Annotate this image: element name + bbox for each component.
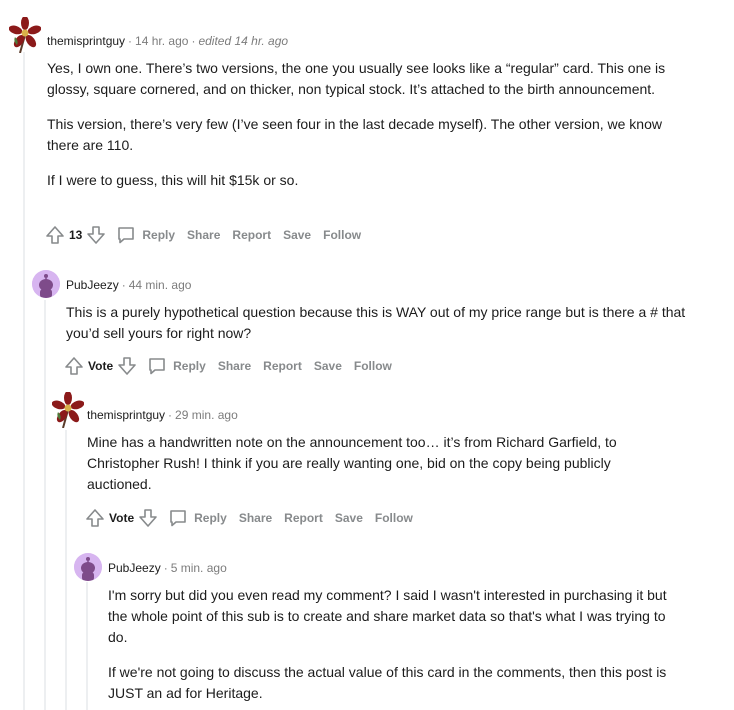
comment-actions: 13 Reply Share Report Save Follow	[45, 223, 361, 247]
avatar[interactable]	[8, 16, 42, 54]
avatar[interactable]	[32, 270, 60, 298]
report-button[interactable]: Report	[284, 511, 323, 525]
avatar[interactable]	[74, 553, 102, 581]
share-button[interactable]: Share	[239, 511, 272, 525]
avatar[interactable]	[51, 391, 85, 429]
vote-label: Vote	[88, 359, 114, 373]
reply-label: Reply	[173, 359, 206, 373]
thread-line[interactable]	[23, 52, 25, 710]
comment-thread: themisprintguy · 14 hr. ago · edited 14 hr. …	[0, 0, 734, 710]
thread-line[interactable]	[44, 300, 46, 710]
reply-button[interactable]: Reply	[168, 508, 227, 528]
vote-count: 13	[69, 228, 83, 242]
flower-avatar-icon	[8, 16, 42, 54]
comment-meta: PubJeezy · 5 min. ago	[108, 561, 227, 575]
reply-label: Reply	[194, 511, 227, 525]
comment-paragraph: If I were to guess, this will hit $15k o…	[47, 172, 299, 188]
comment-paragraph: I'm sorry but did you even read my comme…	[108, 587, 667, 645]
snoo-avatar-icon	[32, 270, 60, 298]
author-name[interactable]: themisprintguy	[47, 34, 125, 48]
comment-body: I'm sorry but did you even read my comme…	[108, 585, 688, 710]
author-name[interactable]: PubJeezy	[108, 561, 161, 575]
comment-bubble-icon	[149, 358, 165, 375]
comment-paragraph: Mine has a handwritten note on the annou…	[87, 434, 617, 492]
follow-button[interactable]: Follow	[323, 228, 361, 242]
comment-actions: Vote Reply Share Report Save Follow	[85, 506, 413, 530]
upvote-icon[interactable]	[64, 356, 84, 376]
comment-paragraph: If we're not going to discuss the actual…	[108, 664, 667, 701]
vote-label: Vote	[109, 511, 135, 525]
author-name[interactable]: themisprintguy	[87, 408, 165, 422]
thread-line[interactable]	[65, 430, 67, 710]
comment-paragraph: Yes, I own one. There’s two versions, th…	[47, 60, 666, 97]
flower-avatar-icon	[51, 391, 85, 429]
comment-meta: PubJeezy · 44 min. ago	[66, 278, 192, 292]
comment-paragraph: This version, there’s very few (I’ve see…	[47, 116, 662, 153]
comment-body: This is a purely hypothetical question b…	[66, 302, 686, 358]
share-button[interactable]: Share	[218, 359, 251, 373]
reply-button[interactable]: Reply	[116, 225, 175, 245]
comment-body: Mine has a handwritten note on the annou…	[87, 432, 667, 509]
save-button[interactable]: Save	[335, 511, 363, 525]
save-button[interactable]: Save	[283, 228, 311, 242]
downvote-icon[interactable]	[138, 508, 158, 528]
author-name[interactable]: PubJeezy	[66, 278, 119, 292]
upvote-icon[interactable]	[45, 225, 65, 245]
save-button[interactable]: Save	[314, 359, 342, 373]
downvote-icon[interactable]	[117, 356, 137, 376]
timestamp[interactable]: 14 hr. ago	[135, 34, 188, 48]
report-button[interactable]: Report	[232, 228, 271, 242]
thread-line[interactable]	[86, 582, 88, 710]
comment-actions: Vote Reply Share Report Save Follow	[64, 354, 392, 378]
comment-bubble-icon	[170, 510, 186, 527]
timestamp[interactable]: 5 min. ago	[171, 561, 227, 575]
edited-label: edited 14 hr. ago	[198, 34, 289, 48]
timestamp[interactable]: 29 min. ago	[175, 408, 238, 422]
comment-meta: themisprintguy · 14 hr. ago · edited 14 hr. …	[47, 34, 289, 48]
reply-label: Reply	[142, 228, 176, 242]
timestamp[interactable]: 44 min. ago	[129, 278, 192, 292]
comment-paragraph: This is a purely hypothetical question b…	[66, 304, 686, 341]
comment-body: Yes, I own one. There’s two versions, th…	[47, 58, 687, 205]
report-button[interactable]: Report	[263, 359, 302, 373]
upvote-icon[interactable]	[85, 508, 105, 528]
follow-button[interactable]: Follow	[375, 511, 413, 525]
comment-bubble-icon	[118, 227, 135, 244]
reply-button[interactable]: Reply	[147, 356, 206, 376]
comment-meta: themisprintguy · 29 min. ago	[87, 408, 238, 422]
snoo-avatar-icon	[74, 553, 102, 581]
share-button[interactable]: Share	[187, 228, 220, 242]
downvote-icon[interactable]	[86, 225, 106, 245]
follow-button[interactable]: Follow	[354, 359, 392, 373]
